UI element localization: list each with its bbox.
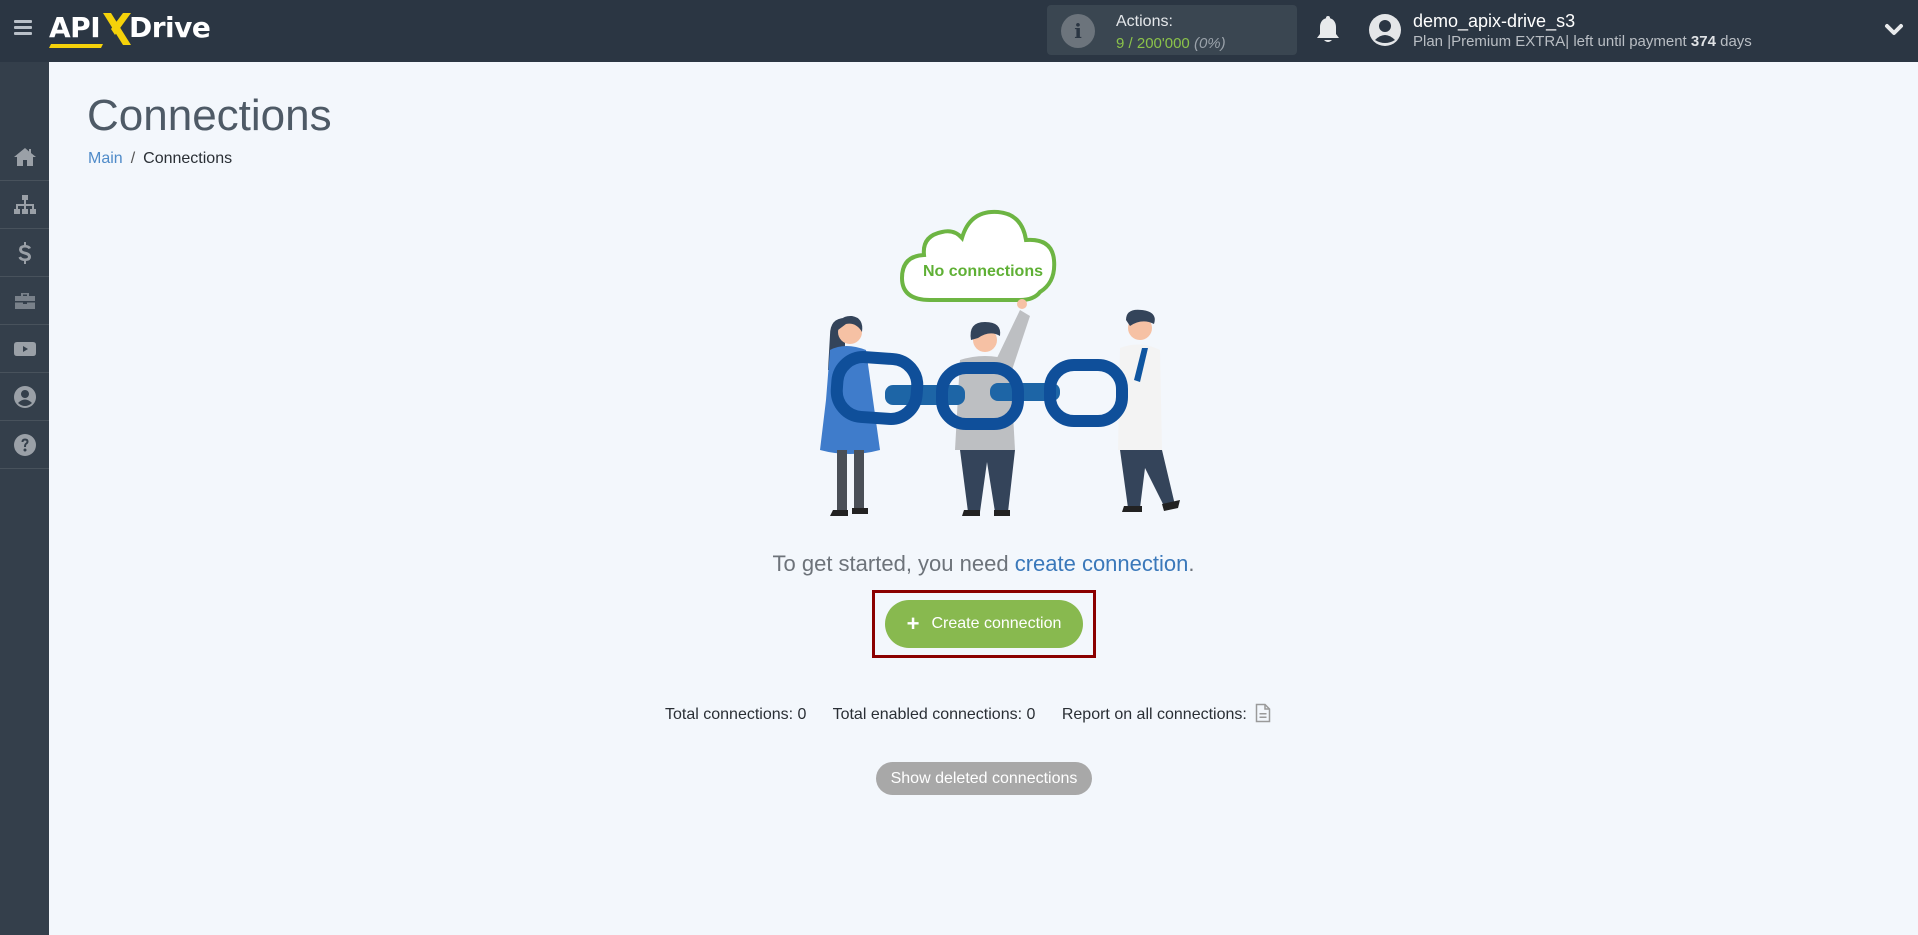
bell-icon[interactable] bbox=[1315, 16, 1341, 44]
sidebar-item-video[interactable] bbox=[0, 326, 49, 373]
actions-label: Actions: bbox=[1116, 13, 1173, 30]
breadcrumb: Main / Connections bbox=[88, 150, 232, 168]
dollar-icon bbox=[18, 242, 31, 264]
sidebar bbox=[0, 62, 49, 935]
sidebar-item-billing[interactable] bbox=[0, 230, 49, 277]
home-icon bbox=[13, 148, 36, 166]
actions-counter: i Actions: 9 / 200'000 (0%) bbox=[1047, 5, 1297, 55]
plus-icon: + bbox=[906, 611, 920, 636]
create-connection-label: Create connection bbox=[931, 615, 1062, 632]
page-title: Connections bbox=[87, 91, 332, 140]
total-enabled-connections: Total enabled connections: 0 bbox=[832, 706, 1036, 723]
logo-underline bbox=[49, 44, 103, 48]
sidebar-item-account[interactable] bbox=[0, 374, 49, 421]
username[interactable]: demo_apix-drive_s3 bbox=[1413, 11, 1575, 32]
sidebar-item-connections[interactable] bbox=[0, 182, 49, 229]
person-right bbox=[1118, 309, 1180, 512]
connection-stats: Total connections: 0 Total enabled conne… bbox=[665, 703, 1271, 724]
sidebar-item-home[interactable] bbox=[0, 134, 49, 181]
chevron-down-icon[interactable] bbox=[1884, 22, 1904, 38]
total-connections: Total connections: 0 bbox=[665, 706, 807, 723]
cloud-shape bbox=[899, 209, 1057, 302]
cloud-text: No connections bbox=[923, 263, 1043, 280]
plan-days: 374 bbox=[1690, 33, 1716, 50]
top-header: API Drive i Actions: 9 / 200'000 (0%) de… bbox=[0, 0, 1918, 62]
question-circle-icon bbox=[13, 434, 36, 456]
breadcrumb-separator: / bbox=[130, 150, 136, 167]
sidebar-item-help[interactable] bbox=[0, 422, 49, 469]
get-started-text: To get started, you need create connecti… bbox=[0, 551, 1918, 577]
briefcase-icon bbox=[14, 293, 35, 309]
illustration-svg: No connections bbox=[820, 209, 1180, 516]
show-deleted-connections-button[interactable]: Show deleted connections bbox=[876, 762, 1092, 795]
youtube-icon bbox=[13, 342, 36, 356]
logo-text-api: API bbox=[49, 11, 101, 44]
create-connection-button[interactable]: + Create connection bbox=[885, 600, 1083, 648]
actions-total: 200'000 bbox=[1136, 35, 1190, 52]
sidebar-item-services[interactable] bbox=[0, 278, 49, 325]
plan-info: Plan |Premium EXTRA| left until payment … bbox=[1413, 33, 1752, 50]
hamburger-menu-icon[interactable] bbox=[14, 20, 32, 36]
no-connections-illustration: No connections bbox=[790, 200, 1190, 520]
plan-days-suffix: days bbox=[1715, 33, 1752, 50]
sitemap-icon bbox=[13, 195, 36, 214]
breadcrumb-current: Connections bbox=[143, 150, 233, 167]
info-icon[interactable]: i bbox=[1061, 14, 1095, 48]
report-label: Report on all connections: bbox=[1061, 706, 1247, 723]
user-circle-icon bbox=[13, 386, 36, 408]
breadcrumb-main-link[interactable]: Main bbox=[88, 150, 123, 167]
get-started-prefix: To get started, you need bbox=[772, 551, 1015, 576]
user-avatar-icon[interactable] bbox=[1368, 13, 1402, 47]
actions-percent: (0%) bbox=[1193, 35, 1226, 52]
actions-value: 9 / 200'000 (0%) bbox=[1116, 35, 1226, 52]
actions-separator: / bbox=[1124, 35, 1137, 52]
logo-text-drive: Drive bbox=[129, 11, 211, 44]
create-connection-link[interactable]: create connection bbox=[1015, 551, 1189, 576]
get-started-suffix: . bbox=[1188, 551, 1195, 576]
report-document-icon[interactable] bbox=[1255, 703, 1271, 723]
plan-text: Plan |Premium EXTRA| left until payment bbox=[1413, 33, 1691, 50]
